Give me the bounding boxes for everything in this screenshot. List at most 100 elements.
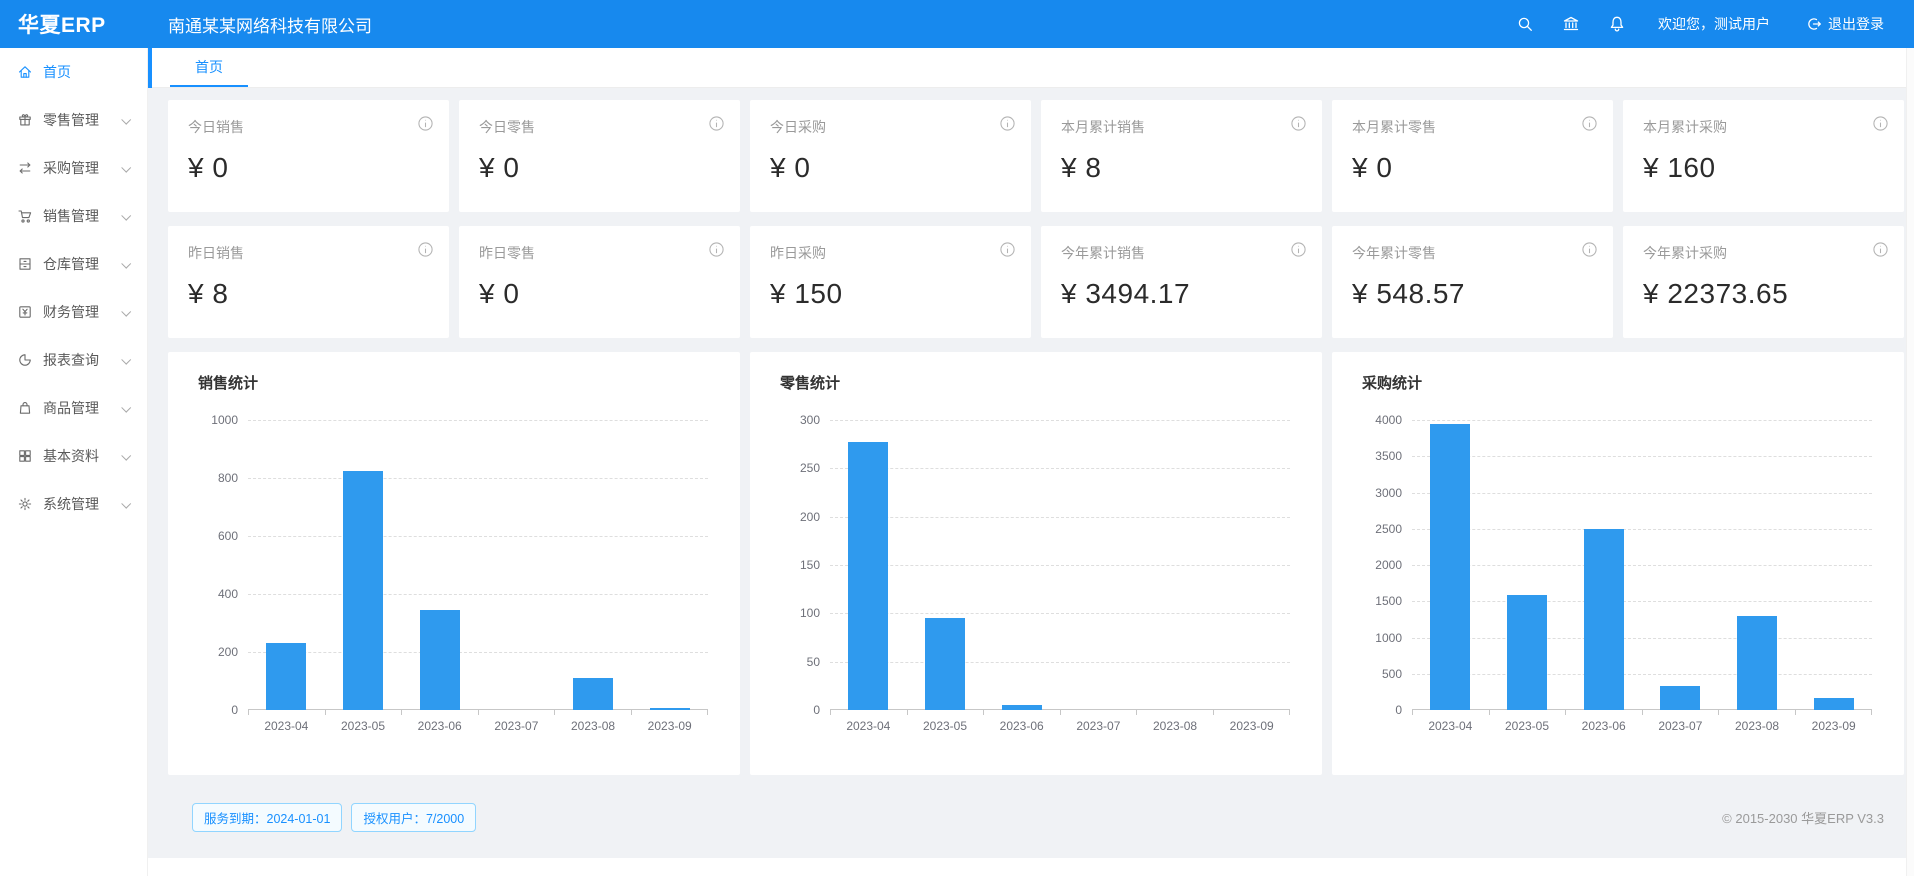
sidebar-item-warehouse[interactable]: 仓库管理 xyxy=(0,240,147,288)
sidebar: 首页 零售管理 采购管理 销售管理 仓库管理 财务管理 xyxy=(0,48,148,876)
chart-card-retail: 零售统计 050100150200250300 2023-042023-0520… xyxy=(750,352,1322,775)
copyright-text: © 2015-2030 华夏ERP V3.3 xyxy=(1722,808,1884,827)
footer: 服务到期：2024-01-01 授权用户：7/2000 © 2015-2030 … xyxy=(192,803,1884,832)
chevron-down-icon xyxy=(121,498,131,508)
scrollbar[interactable] xyxy=(1906,48,1914,876)
stat-card-yesterday-retail: 昨日零售 ¥ 0 xyxy=(459,226,740,338)
sidebar-item-label: 系统管理 xyxy=(43,494,99,514)
plot-area: 2023-042023-052023-062023-072023-082023-… xyxy=(830,420,1290,710)
logout-label: 退出登录 xyxy=(1828,14,1884,34)
sidebar-item-sales[interactable]: 销售管理 xyxy=(0,192,147,240)
stat-card-month-retail: 本月累计零售 ¥ 0 xyxy=(1332,100,1613,212)
bar xyxy=(848,442,888,710)
finance-icon xyxy=(17,304,33,320)
chevron-down-icon xyxy=(121,402,131,412)
sidebar-item-system[interactable]: 系统管理 xyxy=(0,480,147,528)
info-icon[interactable] xyxy=(1581,115,1598,132)
warehouse-icon xyxy=(17,256,33,272)
info-icon[interactable] xyxy=(417,115,434,132)
info-icon[interactable] xyxy=(999,241,1016,258)
bar xyxy=(1737,616,1777,710)
stat-card-month-purchase: 本月累计采购 ¥ 160 xyxy=(1623,100,1904,212)
bell-icon[interactable] xyxy=(1608,15,1626,33)
cart-icon xyxy=(17,208,33,224)
chevron-down-icon xyxy=(121,114,131,124)
main-content: 今日销售 ¥ 0 今日零售 ¥ 0 今日采购 ¥ 0 本月累计销售 ¥ 8 本月… xyxy=(148,88,1914,858)
x-axis-labels: 2023-042023-052023-062023-072023-082023-… xyxy=(248,719,708,733)
bar xyxy=(573,678,613,710)
bar xyxy=(1660,686,1700,710)
pie-chart-icon xyxy=(17,352,33,368)
sidebar-item-home[interactable]: 首页 xyxy=(0,48,147,96)
chevron-down-icon xyxy=(121,354,131,364)
purchase-bar-chart: 05001000150020002500300035004000 2023-04… xyxy=(1362,420,1874,710)
chart-card-sales: 销售统计 02004006008001000 2023-042023-05202… xyxy=(168,352,740,775)
stat-card-today-retail: 今日零售 ¥ 0 xyxy=(459,100,740,212)
stat-card-today-purchase: 今日采购 ¥ 0 xyxy=(750,100,1031,212)
chevron-down-icon xyxy=(121,306,131,316)
sidebar-item-finance[interactable]: 财务管理 xyxy=(0,288,147,336)
info-icon[interactable] xyxy=(1290,241,1307,258)
plot-area: 2023-042023-052023-062023-072023-082023-… xyxy=(248,420,708,710)
chevron-down-icon xyxy=(121,450,131,460)
logout-button[interactable]: 退出登录 xyxy=(1806,14,1884,34)
stat-card-year-sales: 今年累计销售 ¥ 3494.17 xyxy=(1041,226,1322,338)
info-icon[interactable] xyxy=(1581,241,1598,258)
chart-title: 采购统计 xyxy=(1332,352,1904,393)
chevron-down-icon xyxy=(121,210,131,220)
info-icon[interactable] xyxy=(1290,115,1307,132)
header-actions: 欢迎您，测试用户 退出登录 xyxy=(1488,14,1914,34)
info-icon[interactable] xyxy=(1872,241,1889,258)
search-icon[interactable] xyxy=(1516,15,1534,33)
charts-row: 销售统计 02004006008001000 2023-042023-05202… xyxy=(168,352,1904,775)
bar xyxy=(1507,595,1547,710)
info-icon[interactable] xyxy=(1872,115,1889,132)
sidebar-item-label: 首页 xyxy=(43,62,71,82)
bar xyxy=(343,471,383,710)
sidebar-item-products[interactable]: 商品管理 xyxy=(0,384,147,432)
sidebar-item-label: 销售管理 xyxy=(43,206,99,226)
sidebar-item-reports[interactable]: 报表查询 xyxy=(0,336,147,384)
bar xyxy=(1584,529,1624,710)
info-icon[interactable] xyxy=(708,241,725,258)
sidebar-item-label: 仓库管理 xyxy=(43,254,99,274)
company-name: 南通某某网络科技有限公司 xyxy=(148,12,372,37)
licensed-users-badge: 授权用户：7/2000 xyxy=(351,803,476,832)
sidebar-item-label: 商品管理 xyxy=(43,398,99,418)
tab-home[interactable]: 首页 xyxy=(170,48,248,87)
sidebar-item-purchase[interactable]: 采购管理 xyxy=(0,144,147,192)
sidebar-item-basic-data[interactable]: 基本资料 xyxy=(0,432,147,480)
bank-icon[interactable] xyxy=(1562,15,1580,33)
stat-card-yesterday-sales: 昨日销售 ¥ 8 xyxy=(168,226,449,338)
stat-cards-grid: 今日销售 ¥ 0 今日零售 ¥ 0 今日采购 ¥ 0 本月累计销售 ¥ 8 本月… xyxy=(168,100,1904,338)
info-icon[interactable] xyxy=(999,115,1016,132)
chevron-down-icon xyxy=(121,258,131,268)
sidebar-item-retail[interactable]: 零售管理 xyxy=(0,96,147,144)
service-expiry-badge: 服务到期：2024-01-01 xyxy=(192,803,342,832)
stat-card-yesterday-purchase: 昨日采购 ¥ 150 xyxy=(750,226,1031,338)
y-axis: 05001000150020002500300035004000 xyxy=(1362,420,1412,710)
chart-title: 销售统计 xyxy=(168,352,740,393)
retail-bar-chart: 050100150200250300 2023-042023-052023-06… xyxy=(780,420,1292,710)
bar xyxy=(266,643,306,710)
info-icon[interactable] xyxy=(417,241,434,258)
tab-bar: 首页 xyxy=(148,48,1914,88)
chart-title: 零售统计 xyxy=(750,352,1322,393)
y-axis: 02004006008001000 xyxy=(198,420,248,710)
bar xyxy=(420,610,460,710)
sidebar-item-label: 报表查询 xyxy=(43,350,99,370)
tab-accent-bar xyxy=(148,48,152,88)
sidebar-item-label: 零售管理 xyxy=(43,110,99,130)
app-header: 华夏ERP 南通某某网络科技有限公司 欢迎您，测试用户 退出登录 xyxy=(0,0,1914,48)
bar xyxy=(1430,424,1470,710)
bar xyxy=(1814,698,1854,710)
welcome-text: 欢迎您，测试用户 xyxy=(1658,14,1770,34)
stat-card-year-purchase: 今年累计采购 ¥ 22373.65 xyxy=(1623,226,1904,338)
bar xyxy=(925,618,965,710)
swap-icon xyxy=(17,160,33,176)
grid-icon xyxy=(17,448,33,464)
info-icon[interactable] xyxy=(708,115,725,132)
chart-card-purchase: 采购统计 05001000150020002500300035004000 20… xyxy=(1332,352,1904,775)
y-axis: 050100150200250300 xyxy=(780,420,830,710)
bag-icon xyxy=(17,400,33,416)
